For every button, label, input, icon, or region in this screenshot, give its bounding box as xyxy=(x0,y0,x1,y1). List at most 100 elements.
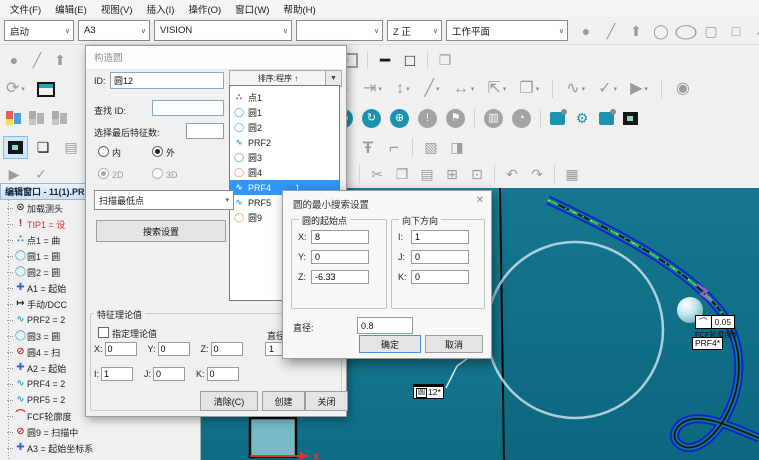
rotate-icon[interactable]: ↻ xyxy=(362,109,381,128)
redo-icon[interactable]: ↷ xyxy=(529,167,545,181)
menu-item[interactable]: 操作(O) xyxy=(181,1,228,17)
cancel-button[interactable]: 取消 xyxy=(425,335,483,353)
prf-feature-label[interactable]: PRF4* xyxy=(692,337,723,350)
line-thick-icon[interactable]: ━ xyxy=(377,52,393,69)
globe-icon[interactable]: ⊕ xyxy=(390,109,409,128)
feature-list-item[interactable]: ◯圆3 xyxy=(230,150,339,165)
menu-item[interactable]: 文件(F) xyxy=(3,1,48,17)
distance-icon[interactable]: ↔ xyxy=(753,24,759,38)
cube-photo-icon[interactable] xyxy=(623,112,638,125)
point-icon[interactable]: ● xyxy=(6,53,22,67)
clear-button[interactable]: 清除(C) xyxy=(200,391,258,411)
diameter-input[interactable] xyxy=(357,317,413,334)
field-input[interactable] xyxy=(158,342,190,356)
point-icon[interactable]: ● xyxy=(578,24,594,38)
theoretical-checkbox[interactable]: 指定理论值 xyxy=(98,327,157,340)
last-features-input[interactable] xyxy=(186,123,224,139)
tree-item[interactable]: ⊘圆9 = 扫描中 xyxy=(2,424,200,440)
feature-list-item[interactable]: ∿PRF2 xyxy=(230,135,339,150)
search-settings-button[interactable]: 搜索设置 xyxy=(96,220,226,242)
rect-bold-icon[interactable]: □ xyxy=(402,52,418,69)
field-input[interactable] xyxy=(105,342,137,356)
slot-icon[interactable]: ▢ xyxy=(703,24,719,38)
menu-item[interactable]: 窗口(W) xyxy=(228,1,276,17)
height-icon[interactable]: ⬆ xyxy=(52,53,68,67)
field-input[interactable] xyxy=(207,367,239,381)
menu-item[interactable]: 视图(V) xyxy=(94,1,140,17)
transform-icon[interactable]: ⇱ xyxy=(487,81,506,97)
tree-item[interactable]: ✚A3 = 起始坐标系 xyxy=(2,440,200,456)
probe-down-icon[interactable]: ! xyxy=(418,109,437,128)
field-input[interactable] xyxy=(411,250,469,264)
updown-icon[interactable]: ↕ xyxy=(395,81,411,97)
flag-icon[interactable]: ⚑ xyxy=(446,109,465,128)
tiles-gray-icon[interactable] xyxy=(29,111,44,125)
copy2-icon[interactable]: ❐ xyxy=(394,167,410,181)
cube-bulb-icon[interactable] xyxy=(550,112,565,125)
gauge-icon[interactable]: ◔ xyxy=(512,109,531,128)
close-icon[interactable]: ✕ xyxy=(476,195,484,206)
height-icon[interactable]: ⬆ xyxy=(628,24,644,38)
clipboard-add-icon[interactable]: ▥ xyxy=(484,109,503,128)
camera-icon[interactable]: ◉ xyxy=(675,81,691,97)
radio-outer[interactable]: 外 xyxy=(152,146,175,159)
feature-list-item[interactable]: ◯圆4 xyxy=(230,165,339,180)
cube-copy-icon[interactable]: ❏ xyxy=(35,140,51,154)
tiles-color-icon[interactable] xyxy=(6,111,21,125)
square-icon[interactable]: □ xyxy=(728,24,744,38)
curve-gear-icon[interactable]: ∿ xyxy=(566,81,585,97)
create-button[interactable]: 创建 xyxy=(262,391,305,411)
menu-item[interactable]: 编辑(E) xyxy=(48,1,94,17)
toolbar-combo[interactable]: ∨ xyxy=(296,20,383,41)
field-input[interactable] xyxy=(411,270,469,284)
line-icon[interactable]: ╱ xyxy=(603,24,619,38)
probe-t-icon[interactable]: Ŧ xyxy=(360,139,376,156)
corner-icon[interactable]: ⌐ xyxy=(386,139,402,156)
toolbar-combo[interactable]: A3∨ xyxy=(78,20,150,41)
field-input[interactable] xyxy=(101,367,133,381)
tiles-gray2-icon[interactable] xyxy=(52,111,67,125)
gears-icon[interactable]: ⚙ xyxy=(574,111,590,125)
copy-icon[interactable]: ❐ xyxy=(519,81,539,97)
doc-list-icon[interactable]: ▤ xyxy=(63,140,79,154)
feature-list-item[interactable]: ∴点1 xyxy=(230,90,339,105)
scan-mode-select[interactable]: 扫描最低点▾ xyxy=(94,190,234,210)
menu-item[interactable]: 插入(I) xyxy=(139,1,181,17)
cube-gear-icon[interactable] xyxy=(599,112,614,125)
ellipse-icon[interactable]: ◯ xyxy=(674,24,698,38)
circle-icon[interactable]: ◯ xyxy=(653,24,669,38)
cut-icon[interactable]: ✂ xyxy=(369,167,385,181)
id-input[interactable] xyxy=(110,72,224,89)
undo-icon[interactable]: ↶ xyxy=(504,167,520,181)
dialog-title[interactable]: 圆的最小搜索设置 xyxy=(283,191,491,211)
feature-list-item[interactable]: ◯圆2 xyxy=(230,120,339,135)
toolbar-combo[interactable]: 工作平面∨ xyxy=(446,20,568,41)
cube-black-sel-icon[interactable] xyxy=(8,141,23,154)
grid-cal-icon[interactable]: ⊡ xyxy=(469,167,485,181)
paste-icon[interactable]: ▤ xyxy=(419,167,435,181)
width-icon[interactable]: ↔ xyxy=(453,81,475,97)
print-icon[interactable]: ▦ xyxy=(564,167,580,181)
field-input[interactable] xyxy=(311,270,369,284)
feature-list-item[interactable]: ◯圆1 xyxy=(230,105,339,120)
check-icon[interactable]: ✓ xyxy=(598,81,617,97)
field-input[interactable] xyxy=(411,230,469,244)
toolbar-combo[interactable]: 启动∨ xyxy=(4,20,74,41)
circle-feature-label[interactable]: 圆 12* xyxy=(413,384,444,399)
cube-shield-icon[interactable]: ◨ xyxy=(449,140,465,154)
play2-icon[interactable]: ▶ xyxy=(6,167,22,181)
field-input[interactable] xyxy=(311,230,369,244)
radio-3d[interactable]: 3D xyxy=(152,168,178,180)
radio-inner[interactable]: 内 xyxy=(98,146,121,159)
line-icon[interactable]: ╱ xyxy=(29,53,45,67)
grid-gear-icon[interactable]: ⊞ xyxy=(444,167,460,181)
cube-wire-icon[interactable] xyxy=(37,82,55,97)
line2-icon[interactable]: ╱ xyxy=(424,81,440,97)
feature-set-icon[interactable]: ⇥ xyxy=(363,81,382,97)
field-input[interactable] xyxy=(153,367,185,381)
doc-shield-icon[interactable]: ▧ xyxy=(423,140,439,154)
toolbar-combo[interactable]: Z 正∨ xyxy=(387,20,442,41)
toolbar-combo[interactable]: VISION∨ xyxy=(154,20,292,41)
find-id-input[interactable] xyxy=(152,100,224,116)
check2-icon[interactable]: ✓ xyxy=(33,167,49,181)
